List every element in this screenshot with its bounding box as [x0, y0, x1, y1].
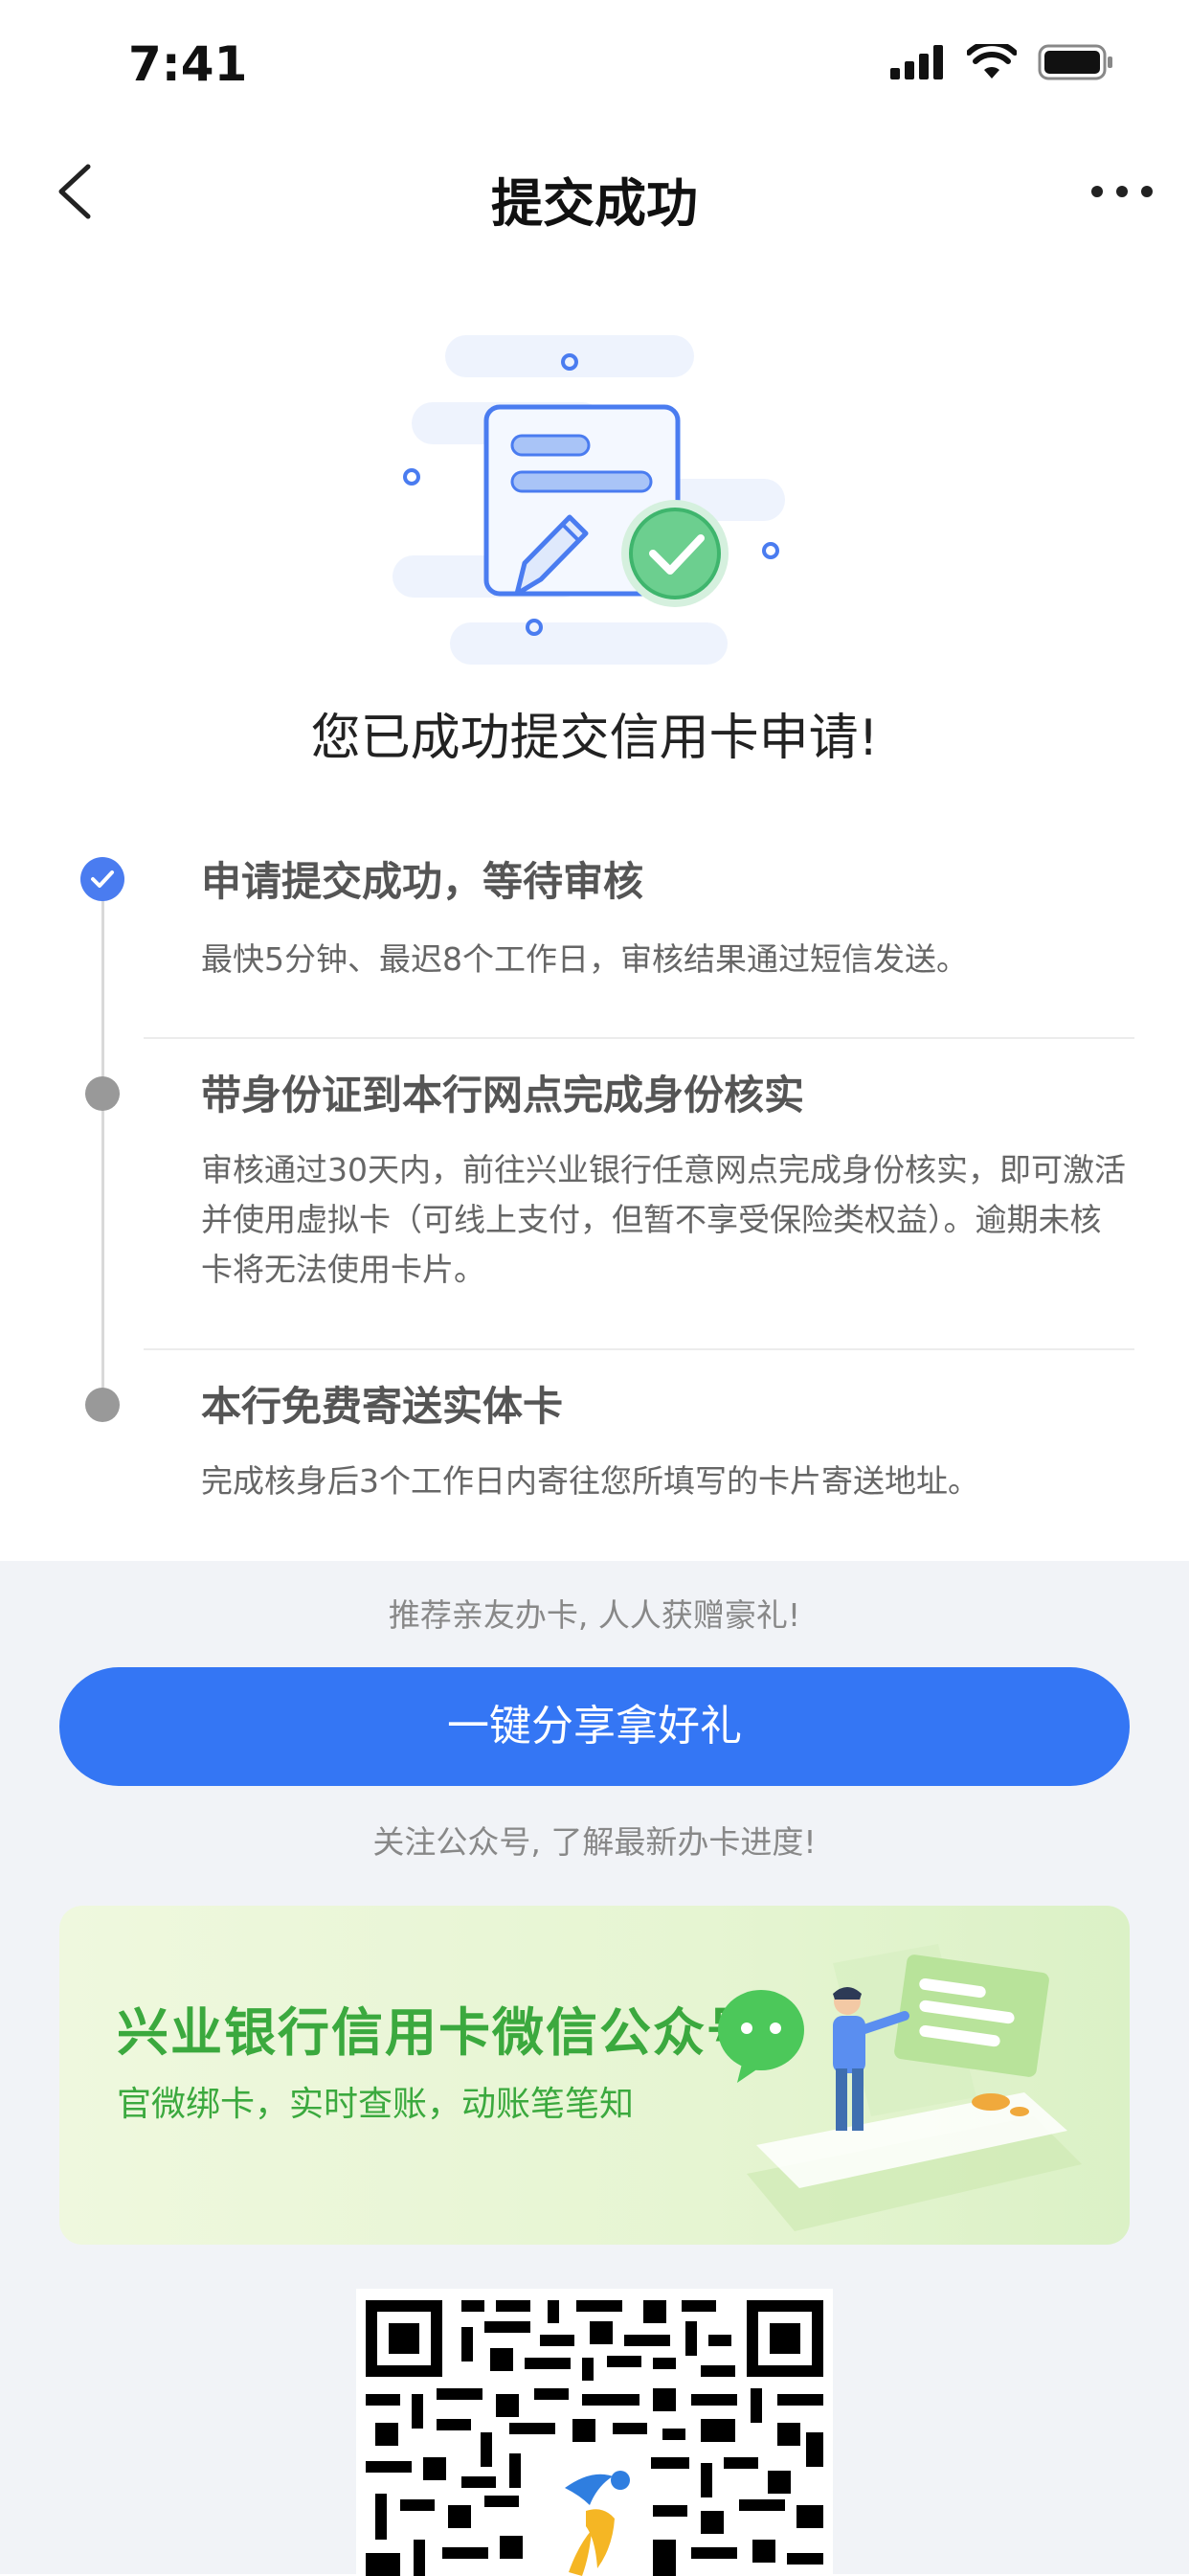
signal-icon: [890, 45, 943, 79]
step-title: 本行免费寄送实体卡: [201, 1383, 564, 1430]
wechat-banner-subtitle: 官微绑卡，实时查账，动账笔笔知: [117, 2085, 635, 2124]
step-title: 带身份证到本行网点完成身份核实: [201, 1072, 805, 1119]
page-title: 提交成功: [491, 173, 698, 234]
wechat-banner[interactable]: 兴业银行信用卡微信公众号 官微绑卡，实时查账，动账笔笔知: [59, 1906, 1130, 2245]
nav-bar: 提交成功: [0, 134, 1189, 249]
recommend-text: 推荐亲友办卡, 人人获赠豪礼!: [388, 1596, 801, 1634]
more-button[interactable]: [1084, 163, 1160, 220]
status-time: 7:41: [128, 36, 248, 92]
battery-icon: [1038, 44, 1112, 80]
more-icon: [1091, 186, 1153, 197]
divider: [144, 1037, 1134, 1039]
check-icon: [91, 870, 114, 888]
success-headline: 您已成功提交信用卡申请!: [310, 710, 879, 767]
step-done-icon: [80, 857, 124, 901]
qr-code: [356, 2289, 833, 2576]
step-desc: 最快5分钟、最迟8个工作日，审核结果通过短信发送。: [201, 940, 968, 978]
wechat-illustration: [718, 1944, 1082, 2231]
wechat-banner-title: 兴业银行信用卡微信公众号: [117, 2002, 760, 2063]
timeline-line: [101, 881, 104, 1403]
wifi-icon: [967, 44, 1017, 79]
qr-code-image: [366, 2300, 823, 2576]
step-title: 申请提交成功，等待审核: [201, 858, 644, 905]
step-desc: 完成核身后3个工作日内寄往您所填写的卡片寄送地址。: [201, 1462, 979, 1500]
share-button[interactable]: 一键分享拿好礼: [59, 1667, 1130, 1786]
promo-section: 推荐亲友办卡, 人人获赠豪礼! 一键分享拿好礼 关注公众号, 了解最新办卡进度!…: [0, 1561, 1189, 2576]
status-icons: [890, 44, 1114, 80]
follow-text: 关注公众号, 了解最新办卡进度!: [372, 1823, 817, 1861]
success-illustration: [393, 335, 804, 670]
step-pending-dot: [85, 1388, 120, 1422]
step-desc: 审核通过30天内，前往兴业银行任意网点完成身份核实，即可激活并使用虚拟卡（可线上…: [201, 1151, 1126, 1288]
status-bar: 7:41: [0, 0, 1189, 134]
divider: [144, 1348, 1134, 1350]
step-pending-dot: [85, 1076, 120, 1111]
document-check-icon: [393, 335, 785, 665]
